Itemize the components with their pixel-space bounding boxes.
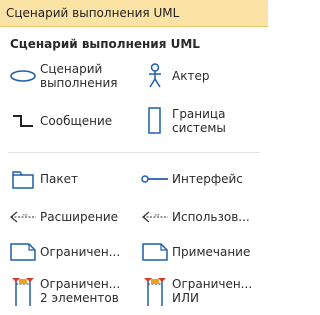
shape-label: Сценарий	[40, 62, 103, 76]
shape-label: Актер	[172, 69, 210, 83]
shape-label: Ограничен...	[172, 277, 253, 291]
shape-label-line2: ИЛИ	[172, 291, 199, 305]
shape-constraint-two-elements[interactable]: Ограничен... 2 элементов	[6, 276, 120, 306]
svg-text:«»: «»	[22, 213, 28, 218]
shape-package[interactable]: Пакет	[6, 164, 78, 194]
shape-actor[interactable]: Актер	[138, 61, 209, 91]
shape-label: Ограничен...	[40, 245, 121, 259]
extend-icon: «»	[6, 202, 40, 232]
shape-use-case[interactable]: Сценарий выполнения	[6, 61, 118, 91]
stencil-window-title: Сценарий выполнения UML	[0, 0, 268, 27]
message-connector-icon	[6, 106, 40, 136]
shape-note[interactable]: Примечание	[138, 237, 250, 267]
use-case-icon	[6, 61, 40, 91]
shape-system-boundary[interactable]: Граница системы	[138, 106, 226, 136]
include-icon: «»	[138, 202, 172, 232]
shape-constraint-or[interactable]: Ограничен... ИЛИ	[138, 276, 252, 306]
system-boundary-icon	[138, 106, 172, 136]
shape-label: Использов...	[172, 210, 250, 224]
shape-interface[interactable]: Интерфейс	[138, 164, 243, 194]
shape-constraint[interactable]: Ограничен...	[6, 237, 120, 267]
package-icon	[6, 164, 40, 194]
shape-label: Интерфейс	[172, 172, 243, 186]
shape-label: Пакет	[40, 172, 78, 186]
shape-label-line2: 2 элементов	[40, 291, 119, 305]
stencil-section-title[interactable]: Сценарий выполнения UML	[10, 37, 200, 51]
shape-label: Ограничен...	[40, 277, 121, 291]
section-divider	[8, 152, 260, 153]
actor-icon	[138, 61, 172, 91]
shape-label: Расширение	[40, 210, 118, 224]
note-icon	[138, 237, 172, 267]
constraint-two-elements-icon	[6, 276, 40, 306]
shape-extend[interactable]: «» Расширение	[6, 202, 118, 232]
shape-include[interactable]: «» Использов...	[138, 202, 250, 232]
shape-label-line2: системы	[172, 121, 226, 135]
shape-label: Граница	[172, 107, 226, 121]
constraint-icon	[6, 237, 40, 267]
interface-icon	[138, 164, 172, 194]
svg-text:«»: «»	[154, 213, 160, 218]
shape-message[interactable]: Сообщение	[6, 106, 112, 136]
shape-label-line2: выполнения	[40, 76, 118, 90]
constraint-or-icon	[138, 276, 172, 306]
shape-label: Примечание	[172, 245, 251, 259]
shape-label: Сообщение	[40, 114, 113, 128]
